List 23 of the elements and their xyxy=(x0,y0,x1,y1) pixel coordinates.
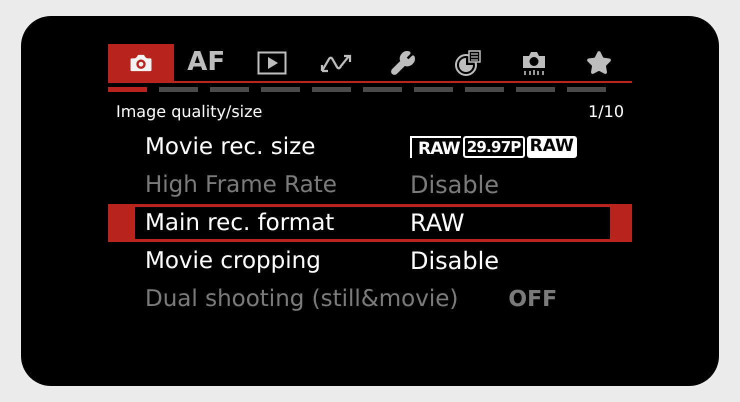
setting-value: OFF xyxy=(508,286,558,314)
section-title: Image quality/size xyxy=(116,101,262,123)
frame-rate-badge: 29.97P xyxy=(462,136,525,158)
tab-label: AF xyxy=(187,46,226,79)
page-number: 1/10 xyxy=(588,101,624,123)
setting-label: High Frame Rate xyxy=(145,170,338,200)
setting-value: Disable xyxy=(410,170,500,201)
menu-row[interactable]: Movie rec. size RAW 29.97P RAW xyxy=(108,128,632,166)
setting-label: Main rec. format xyxy=(145,208,336,238)
play-icon xyxy=(256,50,287,74)
star-icon xyxy=(586,50,612,76)
menu-row[interactable]: Main rec. format RAW xyxy=(108,204,632,242)
setting-label: Dual shooting (still&movie) xyxy=(145,284,458,314)
menu-row[interactable]: Movie cropping Disable xyxy=(108,242,632,280)
chart-icon xyxy=(454,48,482,76)
setting-label: Movie rec. size xyxy=(145,132,316,162)
setting-value: Disable xyxy=(410,246,500,277)
setting-value: RAW xyxy=(410,208,466,239)
menu-tab[interactable]: AF xyxy=(174,44,239,81)
wrench-icon xyxy=(390,50,416,76)
setting-label: Movie cropping xyxy=(145,246,322,276)
menu-tab[interactable] xyxy=(108,44,174,81)
format-badge: RAW xyxy=(526,136,577,158)
